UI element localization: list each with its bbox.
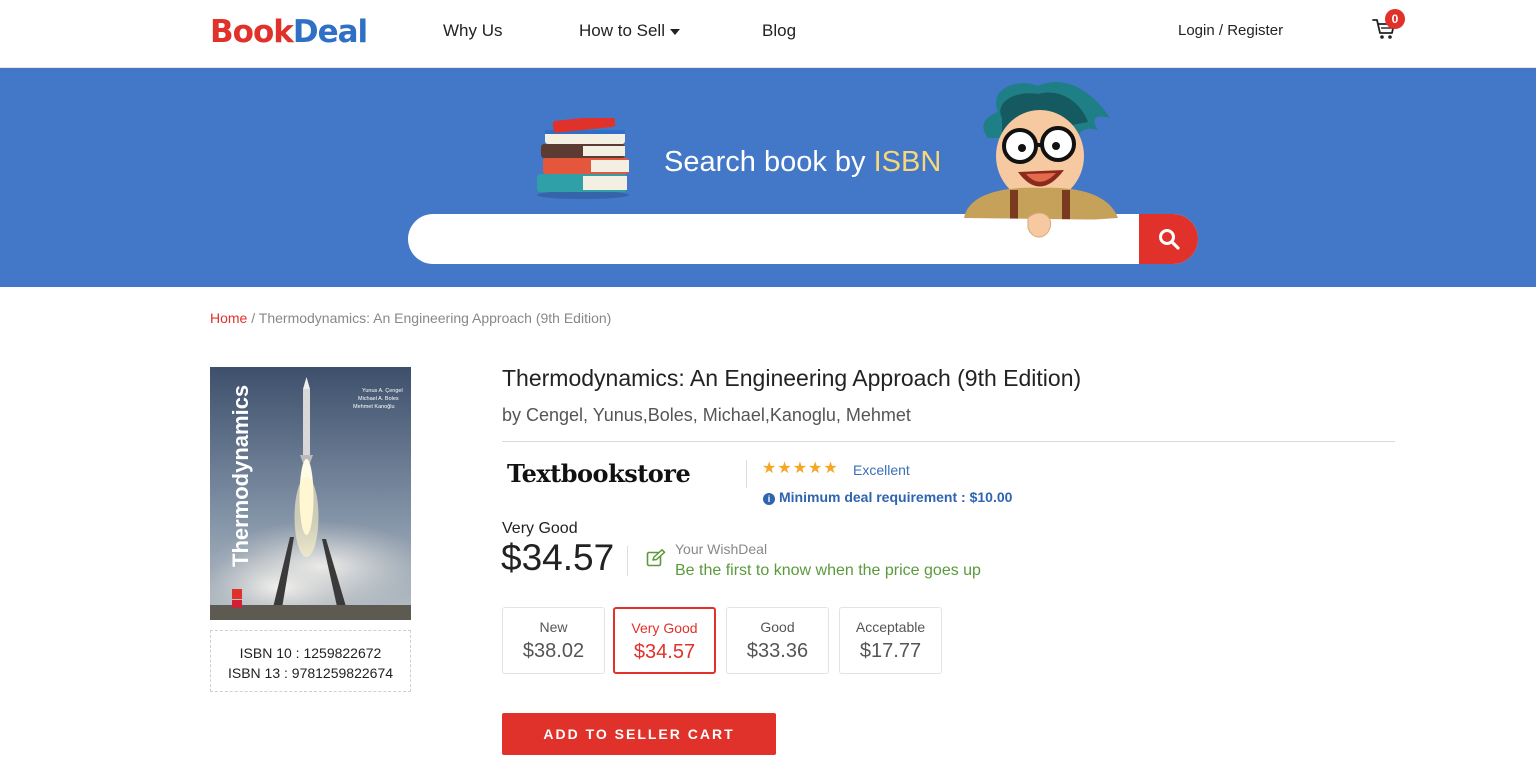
condition-price: $17.77 <box>859 640 922 662</box>
condition-option-good[interactable]: Good $33.36 <box>726 607 829 674</box>
condition-label: Good <box>760 619 795 635</box>
book-cover-image: Thermodynamics Yunus A. Çengel Michael A… <box>210 367 411 620</box>
condition-option-new[interactable]: New $38.02 <box>502 607 605 674</box>
wishdeal-subtitle[interactable]: Be the first to know when the price goes… <box>675 561 981 581</box>
caret-down-icon <box>669 28 680 35</box>
nav-how-to-sell[interactable]: How to Sell <box>579 20 680 42</box>
rating-text: Excellent <box>853 462 910 478</box>
cover-author-3: Mehmet Kanoğlu <box>353 404 395 410</box>
cover-author-1: Yunus A. Çengel <box>362 388 403 394</box>
nav-how-to-sell-label: How to Sell <box>579 21 665 40</box>
edit-icon[interactable] <box>646 549 666 567</box>
isbn-info-box: ISBN 10 : 1259822672 ISBN 13 : 978125982… <box>210 630 411 692</box>
bookdeal-logo[interactable]: BookDeal <box>210 12 368 52</box>
nav-blog[interactable]: Blog <box>762 20 796 42</box>
nav-why-us[interactable]: Why Us <box>443 20 503 42</box>
add-to-seller-cart-button[interactable]: ADD TO SELLER CART <box>502 713 776 755</box>
isbn10-text: ISBN 10 : 1259822672 <box>239 645 382 661</box>
vertical-divider <box>627 546 628 576</box>
minimum-deal-requirement: i Minimum deal requirement : $10.00 <box>763 489 1012 505</box>
logo-text: BookDeal <box>210 14 368 50</box>
divider <box>502 441 1395 442</box>
condition-option-very-good[interactable]: Very Good $34.57 <box>613 607 716 674</box>
condition-price: $38.02 <box>522 640 585 662</box>
breadcrumb-home[interactable]: Home <box>210 310 247 326</box>
isbn13-text: ISBN 13 : 9781259822674 <box>227 665 394 681</box>
rating-stars-icon: ★★★★★ <box>762 460 839 477</box>
site-header: BookDeal Why Us How to Sell Blog Login /… <box>0 0 1536 68</box>
condition-label: New <box>539 619 568 635</box>
hero-title: Search book by ISBN <box>664 146 942 178</box>
selected-price: $34.57 <box>501 537 615 578</box>
store-name: Textbookstore <box>507 459 691 488</box>
breadcrumb: Home / Thermodynamics: An Engineering Ap… <box>210 309 611 327</box>
condition-label: Very Good <box>631 620 698 636</box>
search-hero: Search book by ISBN <box>0 68 1536 287</box>
books-stack-illustration <box>537 118 629 199</box>
condition-price: $33.36 <box>746 640 809 662</box>
cart-count-badge: 0 <box>1385 9 1405 29</box>
book-title: Thermodynamics: An Engineering Approach … <box>502 365 1082 391</box>
search-button[interactable] <box>1139 214 1198 264</box>
info-icon: i <box>763 493 775 505</box>
condition-price: $34.57 <box>633 641 696 663</box>
wishdeal-title[interactable]: Your WishDeal <box>675 541 767 557</box>
breadcrumb-current: Thermodynamics: An Engineering Approach … <box>258 310 612 326</box>
cover-title-text: Thermodynamics <box>228 385 253 567</box>
login-register-link[interactable]: Login / Register <box>1178 22 1283 39</box>
cover-author-2: Michael A. Boles <box>358 396 399 402</box>
min-deal-text: Minimum deal requirement : $10.00 <box>779 489 1013 505</box>
condition-label: Acceptable <box>855 619 926 635</box>
vertical-divider <box>746 460 747 488</box>
mascot-illustration <box>964 81 1128 238</box>
condition-option-acceptable[interactable]: Acceptable $17.77 <box>839 607 942 674</box>
book-authors: by Cengel, Yunus,Boles, Michael,Kanoglu,… <box>502 405 911 425</box>
search-icon <box>1158 229 1180 250</box>
breadcrumb-separator: / <box>247 310 259 326</box>
